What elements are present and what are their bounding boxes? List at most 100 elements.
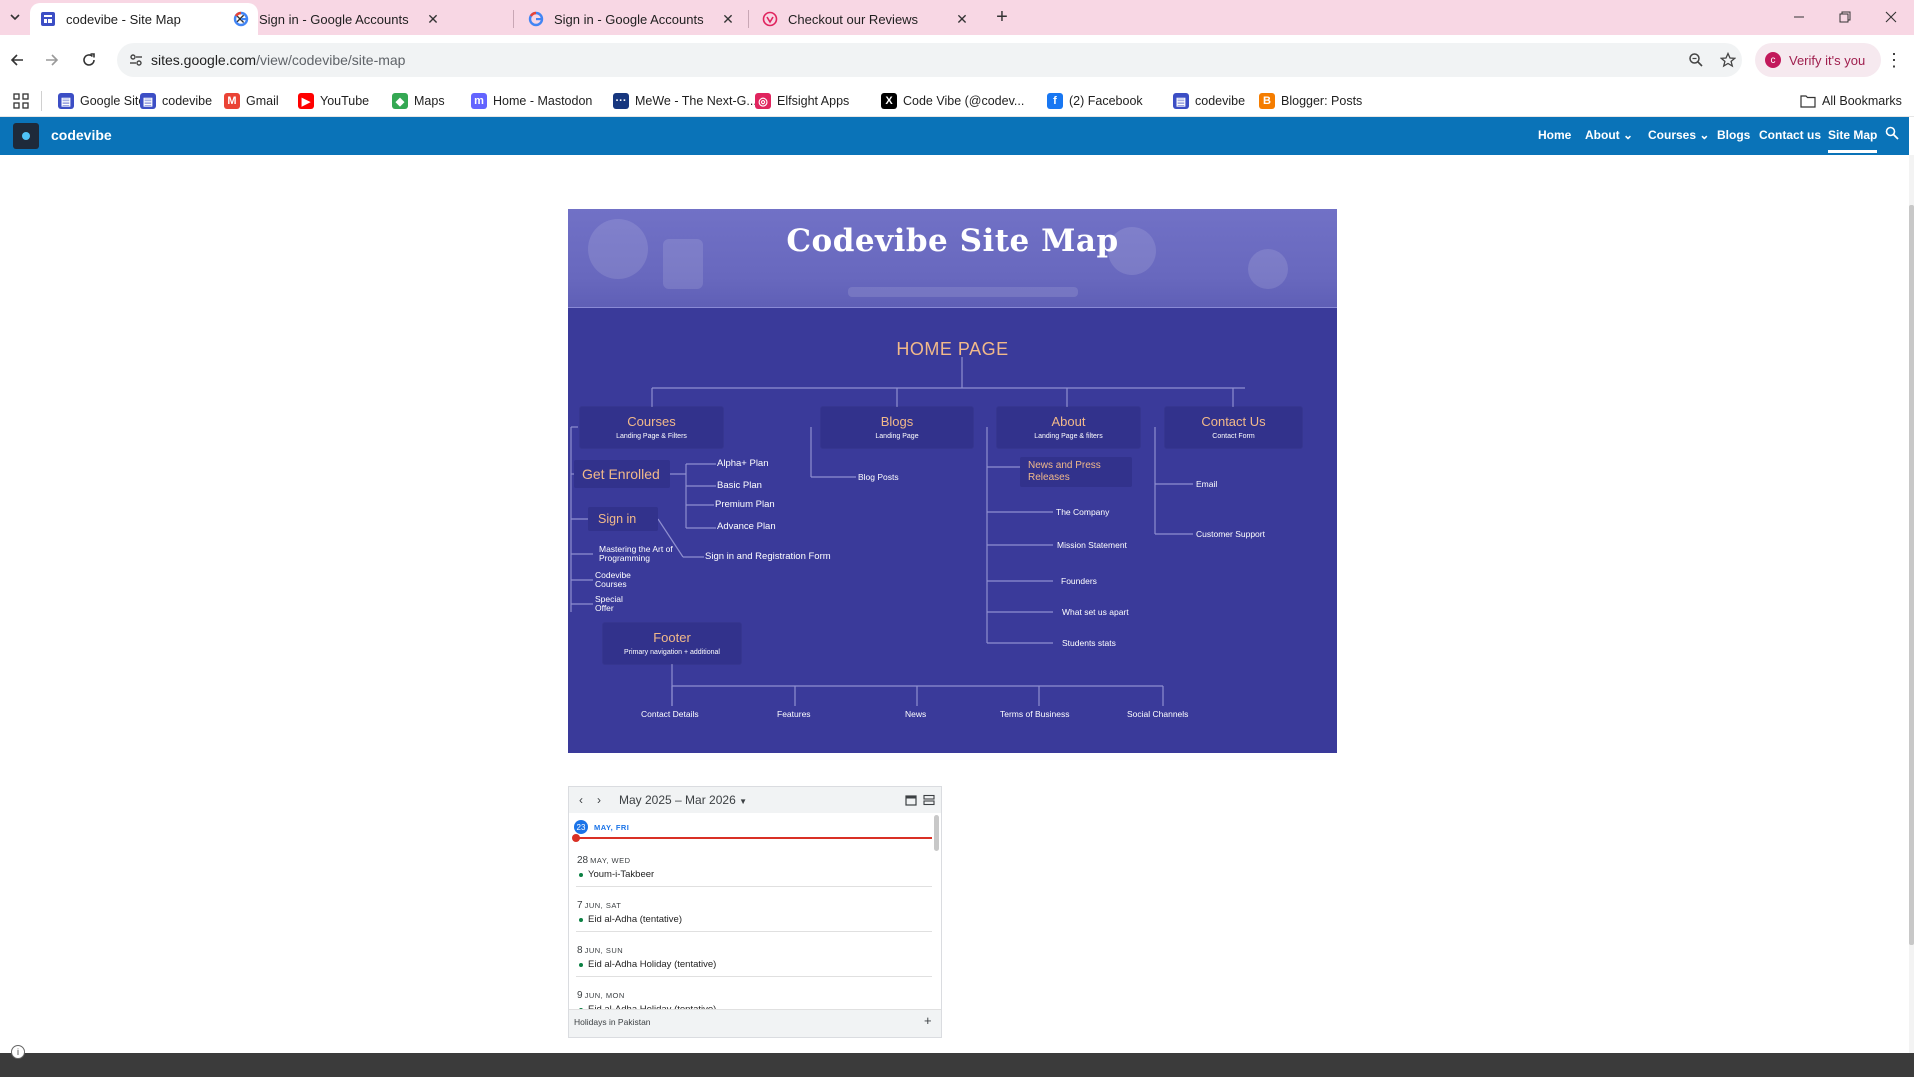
plan-item: Alpha+ Plan xyxy=(717,458,769,469)
calendar-header: ‹ › May 2025 – Mar 2026 ▼ xyxy=(569,787,941,813)
bookmark-elfsight-apps[interactable]: ◎ Elfsight Apps xyxy=(755,91,849,111)
event-dot-icon xyxy=(579,872,583,877)
chevron-down-icon: ⌄ xyxy=(1623,128,1634,142)
folder-icon xyxy=(1800,93,1816,109)
forward-arrow-icon[interactable] xyxy=(37,45,67,75)
nav-about[interactable]: About ⌄ xyxy=(1585,128,1633,142)
agenda-view-icon[interactable] xyxy=(922,793,936,807)
calendar-date-range[interactable]: May 2025 – Mar 2026 ▼ xyxy=(619,793,747,807)
search-icon[interactable] xyxy=(1885,126,1899,143)
course-item: Mastering the Art of Programming xyxy=(599,544,673,563)
agenda-event[interactable]: Eid al-Adha Holiday (tentative) xyxy=(579,959,716,970)
tab-checkout-our-reviews[interactable]: Checkout our Reviews ✕ xyxy=(752,3,980,35)
restore-window-icon[interactable] xyxy=(1822,0,1868,34)
calendar-scrollbar[interactable] xyxy=(934,815,939,851)
agenda-day: 28 MAY, WED xyxy=(577,855,631,866)
footer-item: Social Channels xyxy=(1127,709,1189,719)
prev-chevron-icon[interactable]: ‹ xyxy=(573,792,589,808)
gmail-icon: M xyxy=(224,93,240,109)
nav-site-map[interactable]: Site Map xyxy=(1828,128,1878,153)
course-item: Special Offer xyxy=(595,594,623,613)
bookmark-google-sites[interactable]: ▤ Google Sites xyxy=(58,91,152,111)
chevron-down-icon: ⌄ xyxy=(1699,128,1710,142)
bookmark-code-vibe-codev[interactable]: X Code Vibe (@codev... xyxy=(881,91,1024,111)
minimize-window-icon[interactable] xyxy=(1776,0,1822,34)
tab-sign-in-google-accounts[interactable]: Sign in - Google Accounts ✕ xyxy=(223,3,451,35)
tab-separator xyxy=(748,10,749,28)
close-tab-icon[interactable]: ✕ xyxy=(425,11,441,27)
bookmarks-separator xyxy=(41,91,42,111)
address-bar[interactable]: sites.google.com/view/codevibe/site-map xyxy=(117,43,1742,77)
page-scrollbar-thumb[interactable] xyxy=(1909,205,1914,945)
add-calendar-plus-icon[interactable]: + xyxy=(924,1013,932,1028)
calendar-agenda-list[interactable]: 23 MAY, FRI 28 MAY, WED Youm-i-Takbeer 7J… xyxy=(569,813,941,1015)
agenda-day: 9 JUN, MON xyxy=(577,990,625,1001)
bookmark-codevibe[interactable]: ▤ codevibe xyxy=(140,91,212,111)
site-name[interactable]: codevibe xyxy=(51,127,112,143)
nav-contact-us[interactable]: Contact us xyxy=(1759,128,1821,142)
close-tab-icon[interactable]: ✕ xyxy=(720,11,736,27)
site-map-footer-box: Footer Primary navigation + additional xyxy=(603,623,741,664)
maps-icon: ◆ xyxy=(392,93,408,109)
site-header: codevibe Home About ⌄ Courses ⌄ Blogs Co… xyxy=(0,117,1909,155)
about-title: About xyxy=(1051,414,1086,429)
mewe-icon: ··· xyxy=(613,93,629,109)
reload-icon[interactable] xyxy=(74,45,104,75)
plan-item: Advance Plan xyxy=(717,521,776,532)
footer-item: News xyxy=(905,709,927,719)
calendar-view-icon[interactable] xyxy=(904,793,918,807)
bookmark-star-icon[interactable] xyxy=(1718,50,1738,70)
bookmark-codevibe[interactable]: ▤ codevibe xyxy=(1173,91,1245,111)
bookmark-maps[interactable]: ◆ Maps xyxy=(392,91,445,111)
url-text[interactable]: sites.google.com/view/codevibe/site-map xyxy=(151,52,405,68)
zoom-icon[interactable] xyxy=(1686,50,1706,70)
bookmark-home-mastodon[interactable]: m Home - Mastodon xyxy=(471,91,592,111)
all-bookmarks-button[interactable]: All Bookmarks xyxy=(1800,91,1902,111)
calendar-embed: ‹ › May 2025 – Mar 2026 ▼ 23 MAY, FRI 28… xyxy=(568,786,942,1038)
plan-item: Basic Plan xyxy=(717,480,762,491)
about-item: Mission Statement xyxy=(1057,540,1127,550)
agenda-divider xyxy=(576,931,932,932)
bookmark-youtube[interactable]: ▶ YouTube xyxy=(298,91,369,111)
nav-home[interactable]: Home xyxy=(1538,128,1571,142)
bookmark-mewe-the-next-g[interactable]: ··· MeWe - The Next-G... xyxy=(613,91,757,111)
tab-sign-in-google-accounts-2[interactable]: Sign in - Google Accounts ✕ xyxy=(518,3,746,35)
site-info-icon[interactable] xyxy=(125,49,147,71)
contact-title: Contact Us xyxy=(1201,414,1266,429)
url-host: sites.google.com xyxy=(151,52,257,68)
agenda-day: 8 JUN, SUN xyxy=(577,945,624,956)
nav-courses[interactable]: Courses ⌄ xyxy=(1648,128,1709,142)
tab-title: Sign in - Google Accounts xyxy=(554,11,704,27)
tab-search-chevron-icon[interactable] xyxy=(4,6,26,28)
agenda-event[interactable]: Eid al-Adha (tentative) xyxy=(579,914,682,925)
apps-grid-icon[interactable] xyxy=(13,91,29,111)
event-dot-icon xyxy=(579,917,583,922)
next-chevron-icon[interactable]: › xyxy=(591,792,607,808)
site-logo[interactable] xyxy=(13,123,39,149)
agenda-divider xyxy=(576,976,932,977)
new-tab-plus-icon[interactable]: + xyxy=(990,5,1014,29)
close-tab-icon[interactable]: ✕ xyxy=(954,11,970,27)
bookmark-gmail[interactable]: M Gmail xyxy=(224,91,279,111)
nav-blogs[interactable]: Blogs xyxy=(1717,128,1750,142)
bookmark-blogger-posts[interactable]: B Blogger: Posts xyxy=(1259,91,1362,111)
bookmark-label: codevibe xyxy=(1195,94,1246,108)
verify-identity-button[interactable]: c Verify it's you xyxy=(1755,43,1881,77)
back-arrow-icon[interactable] xyxy=(2,45,32,75)
footer-item: Terms of Business xyxy=(1000,709,1070,719)
info-icon[interactable]: i xyxy=(11,1045,25,1059)
tab-separator xyxy=(513,10,514,28)
browser-menu-icon[interactable]: ⋮ xyxy=(1882,47,1906,73)
bookmark-label: Home - Mastodon xyxy=(493,94,593,108)
close-window-icon[interactable] xyxy=(1868,0,1914,34)
calendar-today: 23 MAY, FRI xyxy=(574,820,629,834)
browser-tab-strip: codevibe - Site Map ✕ Sign in - Google A… xyxy=(0,0,1914,35)
blogs-title: Blogs xyxy=(880,414,914,429)
agenda-event[interactable]: Youm-i-Takbeer xyxy=(579,869,654,880)
elfsight-icon xyxy=(762,11,778,27)
site-map-home-page: HOME PAGE xyxy=(896,339,1009,359)
bookmark-label: codevibe xyxy=(162,94,213,108)
courses-subtitle: Landing Page & Filters xyxy=(616,433,687,440)
bookmark-2-facebook[interactable]: f (2) Facebook xyxy=(1047,91,1143,111)
about-subtitle: Landing Page & filters xyxy=(1034,433,1103,440)
